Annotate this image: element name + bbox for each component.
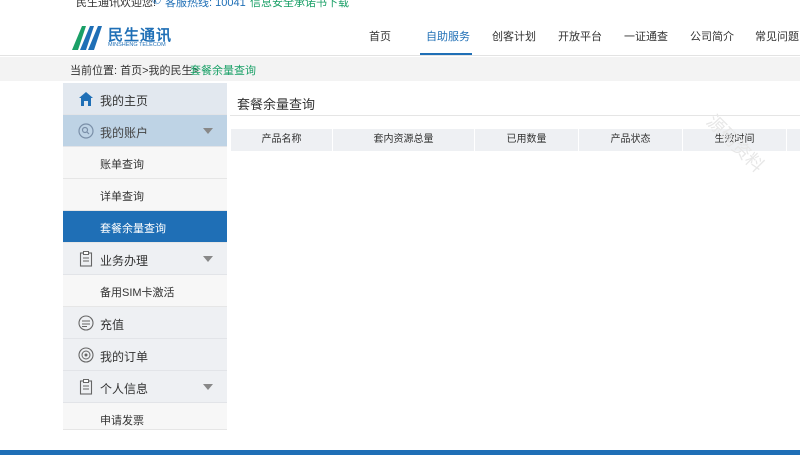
sidebar-sub-label: 详单查询 bbox=[100, 191, 144, 203]
logo[interactable]: 民生通讯 MINSHENG TELECOM bbox=[70, 22, 180, 52]
column-header-used-amount: 已用数量 bbox=[475, 129, 579, 151]
sidebar-sub-bill-query[interactable]: 账单查询 bbox=[63, 147, 227, 179]
recharge-icon bbox=[78, 315, 94, 331]
sidebar-item-home[interactable]: 我的主页 bbox=[63, 83, 227, 115]
account-search-icon bbox=[78, 123, 94, 139]
column-header-total-resources: 套内资源总量 bbox=[333, 129, 475, 151]
column-header-product-name: 产品名称 bbox=[231, 129, 333, 151]
breadcrumb-current: 套餐余量查询 bbox=[190, 65, 256, 77]
footer-bar bbox=[0, 450, 800, 455]
column-header-product-status: 产品状态 bbox=[579, 129, 683, 151]
sidebar-item-label: 业务办理 bbox=[100, 254, 149, 268]
sidebar-sub-label: 备用SIM卡激活 bbox=[100, 287, 175, 299]
site-header: 民生通讯 MINSHENG TELECOM 首页 自助服务 创客计划 开放平台 … bbox=[0, 16, 800, 56]
nav-home[interactable]: 首页 bbox=[369, 28, 391, 44]
home-icon bbox=[79, 92, 93, 106]
nav-company-intro[interactable]: 公司简介 bbox=[690, 28, 734, 44]
sidebar-item-label: 我的主页 bbox=[100, 94, 149, 108]
sidebar-sub-detail-query[interactable]: 详单查询 bbox=[63, 179, 227, 211]
sidebar-item-label: 个人信息 bbox=[100, 382, 149, 396]
security-pledge-download-link[interactable]: 信息安全承诺书下载 bbox=[250, 0, 349, 10]
logo-en-text: MINSHENG TELECOM bbox=[108, 42, 166, 48]
breadcrumb: 当前位置: 首页>我的民生> 套餐余量查询 bbox=[0, 57, 800, 81]
sidebar-sub-label: 申请发票 bbox=[100, 415, 144, 427]
top-utility-bar: 民生通讯欢迎您! ✆ 客服热线: 10041 信息安全承诺书下载 bbox=[0, 0, 800, 12]
nav-id-check[interactable]: 一证通查 bbox=[624, 28, 668, 44]
sidebar-item-recharge[interactable]: 充值 bbox=[63, 307, 227, 339]
logo-mark-icon bbox=[72, 26, 102, 50]
sidebar-item-business[interactable]: 业务办理 bbox=[63, 243, 227, 275]
orders-icon bbox=[78, 347, 94, 363]
nav-faq[interactable]: 常见问题 bbox=[755, 28, 799, 44]
sidebar-sub-label: 套餐余量查询 bbox=[100, 223, 166, 235]
chevron-down-icon[interactable] bbox=[203, 128, 213, 134]
sidebar: 我的主页 我的账户 账单查询 详单查询 套餐余量查询 业务办理 备用SIM卡激活 bbox=[63, 83, 227, 430]
sidebar-item-personal[interactable]: 个人信息 bbox=[63, 371, 227, 403]
welcome-text: 民生通讯欢迎您! bbox=[76, 0, 157, 9]
sidebar-item-orders[interactable]: 我的订单 bbox=[63, 339, 227, 371]
hotline-text: 客服热线: 10041 bbox=[165, 0, 246, 9]
sidebar-sub-label: 账单查询 bbox=[100, 159, 144, 171]
nav-open-platform[interactable]: 开放平台 bbox=[558, 28, 602, 44]
chevron-down-icon[interactable] bbox=[203, 256, 213, 262]
chevron-down-icon[interactable] bbox=[203, 384, 213, 390]
page-title: 套餐余量查询 bbox=[237, 97, 316, 112]
sidebar-sub-package-balance[interactable]: 套餐余量查询 bbox=[63, 211, 227, 243]
sidebar-sub-sim-activation[interactable]: 备用SIM卡激活 bbox=[63, 275, 227, 307]
nav-maker-plan[interactable]: 创客计划 bbox=[492, 28, 536, 44]
sidebar-item-label: 充值 bbox=[100, 318, 125, 332]
clipboard-icon bbox=[79, 379, 93, 395]
breadcrumb-path[interactable]: 当前位置: 首页>我的民生> bbox=[70, 62, 199, 78]
sidebar-item-label: 我的订单 bbox=[100, 350, 149, 364]
nav-self-service[interactable]: 自助服务 bbox=[426, 28, 470, 44]
phone-icon: ✆ bbox=[152, 0, 162, 7]
nav-active-underline bbox=[420, 53, 472, 55]
sidebar-item-account[interactable]: 我的账户 bbox=[63, 115, 227, 147]
sidebar-sub-invoice[interactable]: 申请发票 bbox=[63, 403, 227, 430]
clipboard-icon bbox=[79, 251, 93, 267]
sidebar-item-label: 我的账户 bbox=[100, 126, 149, 140]
